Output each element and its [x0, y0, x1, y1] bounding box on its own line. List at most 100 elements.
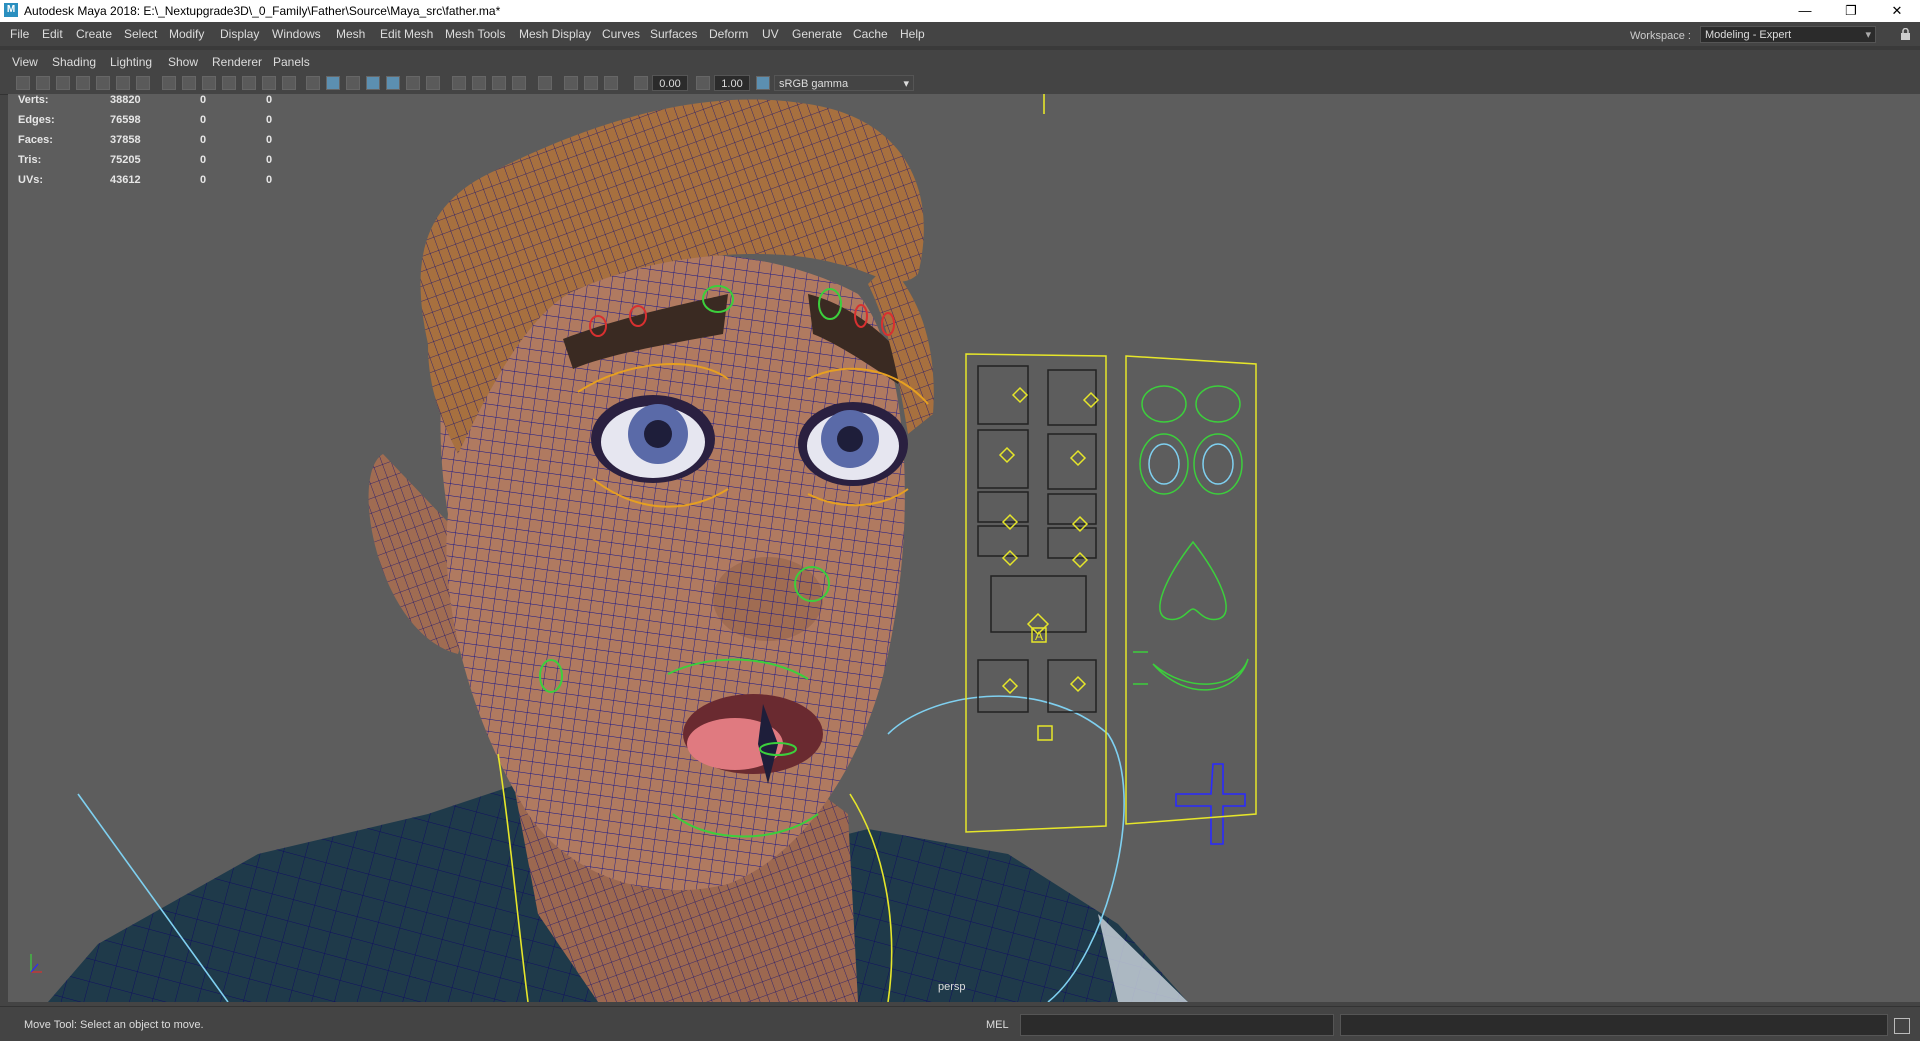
scene-render: A — [30, 94, 1257, 1002]
hud-total: 37858 — [110, 134, 141, 146]
motion-blur-icon[interactable] — [472, 76, 486, 90]
gamma-icon[interactable] — [696, 76, 710, 90]
minimize-button[interactable]: — — [1782, 0, 1828, 22]
grease-pencil-icon[interactable] — [136, 76, 150, 90]
hud-triangles: 0 — [266, 134, 273, 146]
image-plane-icon[interactable] — [96, 76, 110, 90]
menu-uv[interactable]: UV — [762, 27, 779, 41]
menu-mesh[interactable]: Mesh — [336, 27, 365, 41]
select-camera-icon[interactable] — [16, 76, 30, 90]
command-language-button[interactable]: MEL — [986, 1019, 1009, 1031]
help-line-text: Move Tool: Select an object to move. — [24, 1019, 204, 1031]
default-material-icon[interactable] — [346, 76, 360, 90]
menu-deform[interactable]: Deform — [709, 27, 748, 41]
main-menu-bar: File Edit Create Select Modify Display W… — [0, 22, 1920, 46]
menu-surfaces[interactable]: Surfaces — [650, 27, 697, 41]
panel-menu-panels[interactable]: Panels — [273, 55, 310, 69]
anti-aliasing-icon[interactable] — [492, 76, 506, 90]
film-gate-icon[interactable] — [182, 76, 196, 90]
xray-components-icon[interactable] — [604, 76, 618, 90]
hud-selected: 0 — [200, 114, 207, 126]
panel-toolbar: 0.00 1.00 sRGB gamma ▾ — [0, 72, 1920, 95]
chevron-down-icon: ▾ — [1865, 29, 1871, 41]
menu-cache[interactable]: Cache — [853, 27, 888, 41]
workspace-value: Modeling - Expert — [1705, 29, 1792, 41]
workspace-label: Workspace : — [1630, 30, 1691, 42]
workspace-dropdown[interactable]: Modeling - Expert ▾ — [1700, 26, 1876, 43]
gate-mask-icon[interactable] — [222, 76, 236, 90]
menu-help[interactable]: Help — [900, 27, 925, 41]
menu-generate[interactable]: Generate — [792, 27, 842, 41]
hud-triangles: 0 — [266, 114, 273, 126]
menu-display[interactable]: Display — [220, 27, 259, 41]
wireframe-on-shaded-icon[interactable] — [366, 76, 380, 90]
menu-windows[interactable]: Windows — [272, 27, 321, 41]
panel-menu-show[interactable]: Show — [168, 55, 198, 69]
persp-viewport[interactable]: A Verts: 38820 0 0 Edges: 76598 0 0 Face… — [8, 94, 1920, 1002]
hud-triangles: 0 — [266, 174, 273, 186]
menu-edit[interactable]: Edit — [42, 27, 63, 41]
panel-menu-shading[interactable]: Shading — [52, 55, 96, 69]
window-title: Autodesk Maya 2018: E:\_Nextupgrade3D\_0… — [24, 4, 501, 18]
menu-edit-mesh[interactable]: Edit Mesh — [380, 27, 433, 41]
resolution-gate-icon[interactable] — [202, 76, 216, 90]
menu-modify[interactable]: Modify — [169, 27, 204, 41]
hud-triangles: 0 — [266, 154, 273, 166]
title-bar: M Autodesk Maya 2018: E:\_Nextupgrade3D\… — [0, 0, 1920, 22]
hud-selected: 0 — [200, 94, 207, 106]
hud-selected: 0 — [200, 134, 207, 146]
panel-menu-bar: View Shading Lighting Show Renderer Pane… — [0, 52, 1920, 72]
restore-button[interactable]: ❐ — [1828, 0, 1874, 22]
hud-total: 38820 — [110, 94, 141, 106]
maya-app-icon: M — [4, 3, 18, 17]
camera-name-label: persp — [938, 981, 966, 993]
shadows-icon[interactable] — [426, 76, 440, 90]
script-editor-icon[interactable] — [1894, 1018, 1910, 1034]
camera-attributes-icon[interactable] — [56, 76, 70, 90]
view-axis-icon — [30, 954, 42, 973]
hud-label: Faces: — [18, 134, 53, 146]
gamma-field[interactable]: 1.00 — [714, 75, 750, 91]
screen-space-ao-icon[interactable] — [452, 76, 466, 90]
exposure-icon[interactable] — [634, 76, 648, 90]
color-management-icon[interactable] — [756, 76, 770, 90]
menu-mesh-tools[interactable]: Mesh Tools — [445, 27, 505, 41]
hud-label: Tris: — [18, 154, 42, 166]
use-all-lights-icon[interactable] — [406, 76, 420, 90]
hud-total: 43612 — [110, 174, 141, 186]
exposure-field[interactable]: 0.00 — [652, 75, 688, 91]
smooth-shade-icon[interactable] — [326, 76, 340, 90]
safe-title-icon[interactable] — [282, 76, 296, 90]
grid-icon[interactable] — [162, 76, 176, 90]
hud-selected: 0 — [200, 174, 207, 186]
safe-action-icon[interactable] — [262, 76, 276, 90]
menu-create[interactable]: Create — [76, 27, 112, 41]
panel-menu-renderer[interactable]: Renderer — [212, 55, 262, 69]
lock-icon[interactable] — [1900, 28, 1911, 40]
view-transform-value: sRGB gamma — [779, 78, 849, 90]
depth-of-field-icon[interactable] — [512, 76, 526, 90]
field-chart-icon[interactable] — [242, 76, 256, 90]
menu-mesh-display[interactable]: Mesh Display — [519, 27, 591, 41]
menu-select[interactable]: Select — [124, 27, 157, 41]
hud-total: 75205 — [110, 154, 141, 166]
bookmark-icon[interactable] — [76, 76, 90, 90]
view-transform-dropdown[interactable]: sRGB gamma ▾ — [774, 75, 914, 91]
xray-joints-icon[interactable] — [584, 76, 598, 90]
isolate-select-icon[interactable] — [538, 76, 552, 90]
command-input[interactable] — [1020, 1014, 1334, 1036]
hud-label: Verts: — [18, 94, 49, 106]
lock-camera-icon[interactable] — [36, 76, 50, 90]
menu-curves[interactable]: Curves — [602, 27, 640, 41]
panel-menu-lighting[interactable]: Lighting — [110, 55, 152, 69]
xray-icon[interactable] — [564, 76, 578, 90]
command-result-field — [1340, 1014, 1888, 1036]
help-line: Move Tool: Select an object to move. MEL — [0, 1006, 1920, 1041]
wireframe-icon[interactable] — [306, 76, 320, 90]
menu-file[interactable]: File — [10, 27, 29, 41]
textured-icon[interactable] — [386, 76, 400, 90]
2d-pan-zoom-icon[interactable] — [116, 76, 130, 90]
close-button[interactable]: ✕ — [1874, 0, 1920, 22]
panel-menu-view[interactable]: View — [12, 55, 38, 69]
control-board-label: A — [1035, 629, 1043, 643]
